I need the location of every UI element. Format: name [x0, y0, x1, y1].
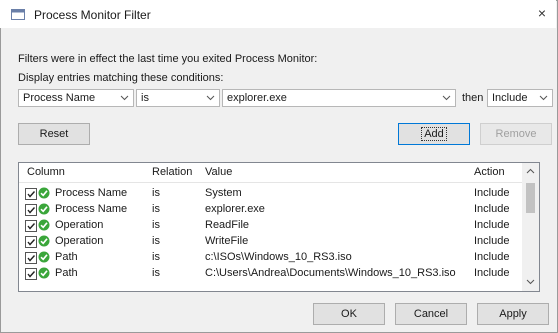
- row-value: c:\ISOs\Windows_10_RS3.iso: [205, 251, 352, 263]
- enabled-checkbox[interactable]: [25, 188, 37, 200]
- row-relation: is: [152, 203, 160, 215]
- column-header-value[interactable]: Value: [205, 166, 232, 178]
- green-check-icon: [38, 203, 50, 215]
- row-value: WriteFile: [205, 235, 249, 247]
- value-combo[interactable]: explorer.exe: [222, 89, 456, 107]
- green-check-icon: [38, 267, 50, 279]
- row-relation: is: [152, 251, 160, 263]
- chevron-down-icon: [206, 95, 215, 101]
- scroll-down-icon[interactable]: [526, 277, 535, 286]
- column-select-value: Process Name: [23, 92, 96, 104]
- relation-select-value: is: [141, 92, 149, 104]
- row-action: Include: [474, 187, 510, 199]
- row-action: Include: [474, 251, 510, 263]
- add-button-label: Add: [421, 127, 447, 141]
- reset-button[interactable]: Reset: [18, 123, 90, 145]
- add-button[interactable]: Add: [398, 123, 470, 145]
- row-relation: is: [152, 219, 160, 231]
- enabled-checkbox[interactable]: [25, 252, 37, 264]
- table-row[interactable]: Process Name is explorer.exe Include: [19, 202, 522, 218]
- row-relation: is: [152, 235, 160, 247]
- enabled-checkbox[interactable]: [25, 236, 37, 248]
- vertical-scrollbar[interactable]: [522, 163, 539, 291]
- table-row[interactable]: Path is C:\Users\Andrea\Documents\Window…: [19, 266, 522, 282]
- enabled-checkbox[interactable]: [25, 268, 37, 280]
- scroll-up-icon[interactable]: [526, 167, 535, 176]
- value-combo-text: explorer.exe: [227, 92, 287, 104]
- chevron-down-icon: [539, 95, 548, 101]
- row-action: Include: [474, 203, 510, 215]
- table-row[interactable]: Operation is ReadFile Include: [19, 218, 522, 234]
- window-title: Process Monitor Filter: [34, 8, 151, 22]
- row-value: C:\Users\Andrea\Documents\Windows_10_RS3…: [205, 267, 456, 279]
- list-header: Column Relation Value Action: [19, 163, 522, 183]
- row-action: Include: [474, 267, 510, 279]
- info-text: Filters were in effect the last time you…: [18, 53, 318, 65]
- close-button[interactable]: ×: [532, 4, 552, 22]
- green-check-icon: [38, 187, 50, 199]
- green-check-icon: [38, 219, 50, 231]
- row-value: System: [205, 187, 242, 199]
- action-select-value: Include: [492, 92, 528, 104]
- column-header-column[interactable]: Column: [27, 166, 65, 178]
- enabled-checkbox[interactable]: [25, 220, 37, 232]
- filter-list[interactable]: Column Relation Value Action Process Nam…: [18, 162, 540, 292]
- relation-select[interactable]: is: [136, 89, 220, 107]
- row-relation: is: [152, 267, 160, 279]
- row-value: explorer.exe: [205, 203, 265, 215]
- row-column: Operation: [55, 219, 104, 231]
- table-row[interactable]: Path is c:\ISOs\Windows_10_RS3.iso Inclu…: [19, 250, 522, 266]
- apply-button[interactable]: Apply: [477, 303, 549, 325]
- row-column: Path: [55, 251, 78, 263]
- chevron-down-icon: [120, 95, 129, 101]
- column-header-relation[interactable]: Relation: [152, 166, 192, 178]
- row-relation: is: [152, 187, 160, 199]
- table-row[interactable]: Process Name is System Include: [19, 186, 522, 202]
- row-column: Operation: [55, 235, 104, 247]
- column-header-action[interactable]: Action: [474, 166, 505, 178]
- row-value: ReadFile: [205, 219, 250, 231]
- remove-button[interactable]: Remove: [480, 123, 552, 145]
- then-label: then: [462, 92, 484, 104]
- column-select[interactable]: Process Name: [18, 89, 134, 107]
- table-row[interactable]: Operation is WriteFile Include: [19, 234, 522, 250]
- row-column: Process Name: [55, 203, 128, 215]
- scrollbar-thumb[interactable]: [526, 183, 535, 213]
- green-check-icon: [38, 251, 50, 263]
- row-column: Path: [55, 267, 78, 279]
- display-text: Display entries matching these condition…: [18, 72, 224, 84]
- chevron-down-icon: [442, 95, 451, 101]
- action-select[interactable]: Include: [487, 89, 553, 107]
- green-check-icon: [38, 235, 50, 247]
- ok-button[interactable]: OK: [313, 303, 385, 325]
- row-action: Include: [474, 219, 510, 231]
- enabled-checkbox[interactable]: [25, 204, 37, 216]
- row-column: Process Name: [55, 187, 128, 199]
- row-action: Include: [474, 235, 510, 247]
- cancel-button[interactable]: Cancel: [395, 303, 467, 325]
- app-window-icon: [11, 9, 25, 20]
